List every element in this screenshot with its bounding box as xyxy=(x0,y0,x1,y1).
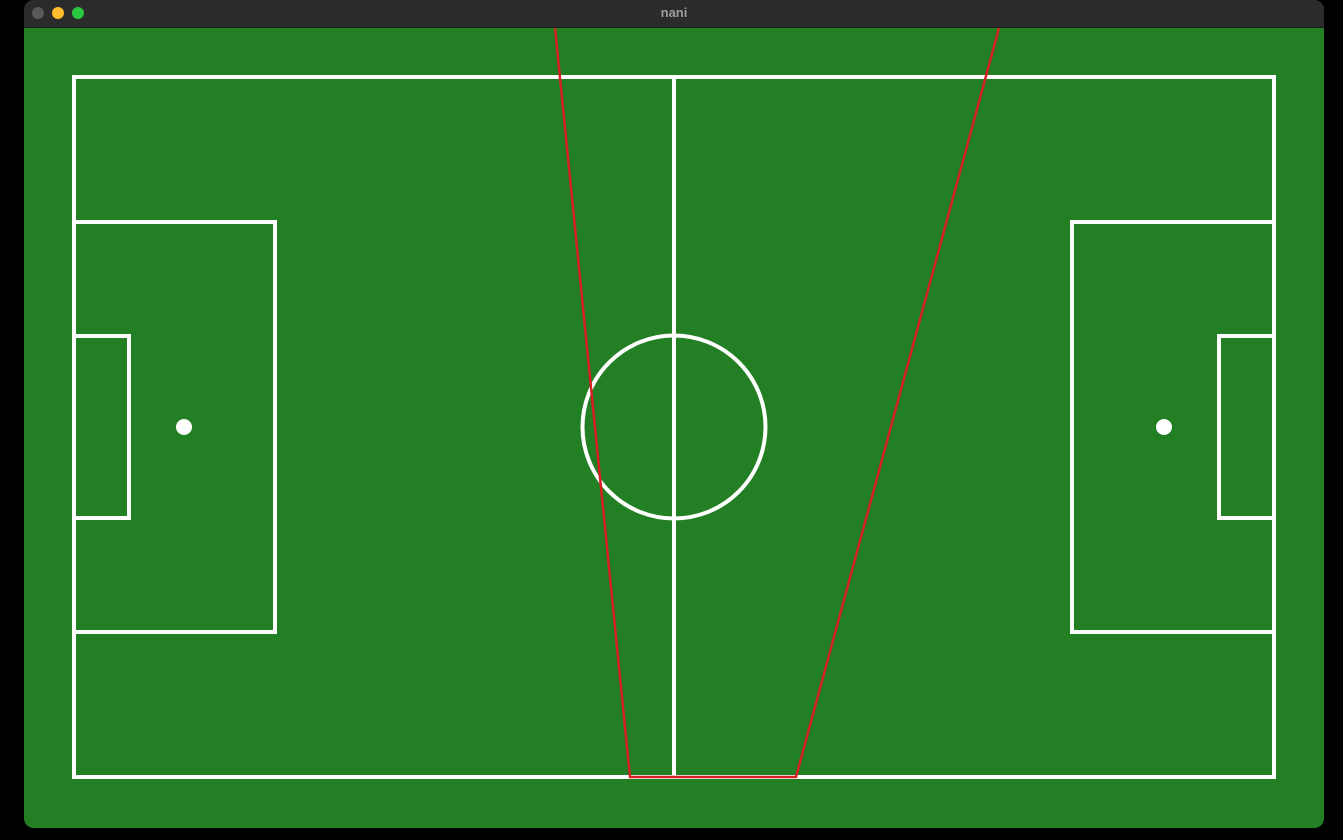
pitch-svg xyxy=(24,28,1324,828)
app-window: nani xyxy=(24,0,1324,828)
right-penalty-spot xyxy=(1156,419,1172,435)
title-bar[interactable]: nani xyxy=(24,0,1324,28)
pitch-canvas[interactable] xyxy=(24,28,1324,828)
window-title: nani xyxy=(660,5,688,20)
left-penalty-spot xyxy=(176,419,192,435)
